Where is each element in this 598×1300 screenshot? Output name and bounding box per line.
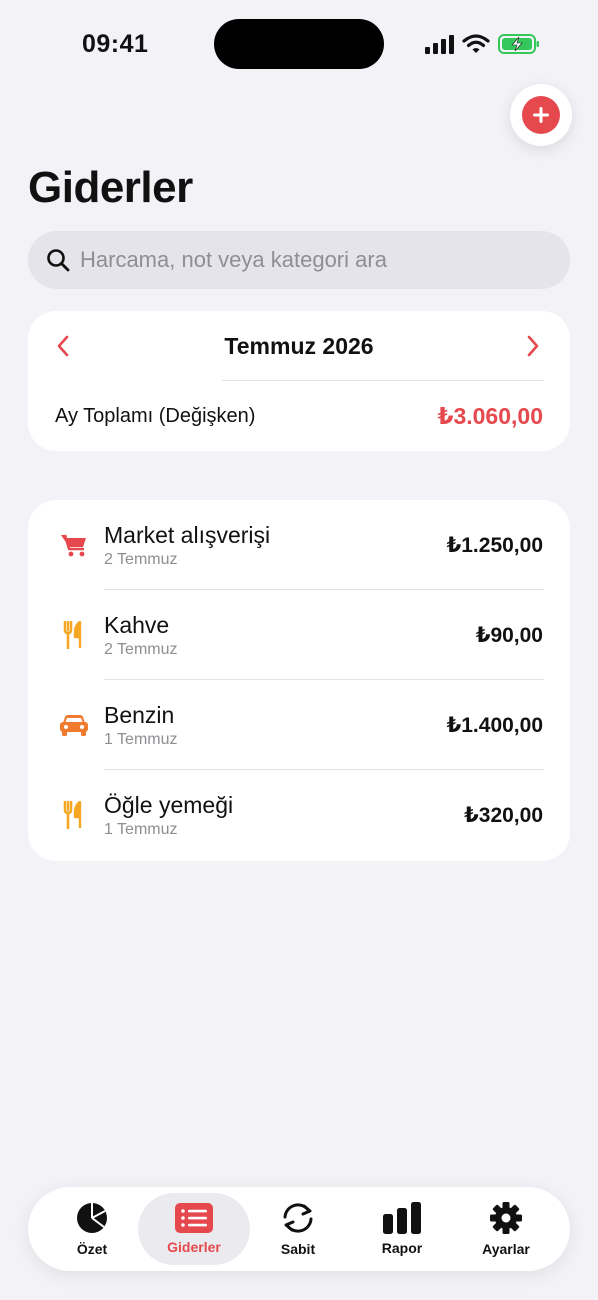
list-icon bbox=[175, 1203, 213, 1233]
expense-title: Kahve bbox=[104, 611, 170, 638]
gear-icon bbox=[490, 1202, 522, 1234]
search-icon bbox=[47, 249, 70, 272]
tab-label: Rapor bbox=[381, 1240, 423, 1256]
expense-date: 2 Temmuz bbox=[104, 640, 178, 658]
month-total-value: ₺3.060,00 bbox=[437, 402, 543, 429]
cart-icon bbox=[58, 529, 90, 561]
expense-title: Market alışverişi bbox=[104, 521, 271, 548]
tab-label: Giderler bbox=[167, 1239, 221, 1255]
search-input[interactable] bbox=[80, 247, 540, 273]
month-total-row: Ay Toplamı (Değişken) ₺3.060,00 bbox=[28, 381, 570, 451]
month-label: Temmuz 2026 bbox=[224, 332, 374, 359]
car-icon bbox=[58, 709, 90, 741]
month-navigator: Temmuz 2026 bbox=[28, 311, 570, 381]
chevron-right-icon bbox=[527, 335, 539, 357]
expense-date: 2 Temmuz bbox=[104, 550, 178, 568]
tab-ozet[interactable]: Özet bbox=[36, 1193, 148, 1265]
tab-giderler[interactable]: Giderler bbox=[138, 1193, 250, 1265]
tab-label: Sabit bbox=[280, 1241, 316, 1257]
wifi-icon bbox=[462, 34, 490, 53]
tab-ayarlar[interactable]: Ayarlar bbox=[450, 1193, 562, 1265]
month-total-label: Ay Toplamı (Değişken) bbox=[55, 404, 256, 427]
expense-amount: ₺320,00 bbox=[464, 803, 543, 827]
expense-amount: ₺1.400,00 bbox=[446, 713, 543, 737]
expense-date: 1 Temmuz bbox=[104, 730, 178, 748]
repeat-icon bbox=[283, 1203, 313, 1233]
bar-chart-icon bbox=[383, 1202, 421, 1234]
search-bar[interactable] bbox=[28, 231, 570, 289]
signal-icon bbox=[425, 35, 454, 54]
tab-label: Ayarlar bbox=[482, 1241, 530, 1257]
expense-amount: ₺1.250,00 bbox=[446, 533, 543, 557]
expense-date: 1 Temmuz bbox=[104, 820, 178, 838]
add-expense-button[interactable] bbox=[510, 84, 572, 146]
battery-charging-icon bbox=[498, 34, 539, 54]
tab-bar: Özet Giderler Sabit Rapor Ayarlar bbox=[28, 1187, 570, 1271]
chevron-left-icon bbox=[57, 335, 69, 357]
tab-sabit[interactable]: Sabit bbox=[242, 1193, 354, 1265]
expense-row-market[interactable]: Market alışverişi 2 Temmuz ₺1.250,00 bbox=[28, 500, 570, 590]
status-bar: 09:41 bbox=[0, 0, 598, 88]
expense-row-kahve[interactable]: Kahve 2 Temmuz ₺90,00 bbox=[28, 590, 570, 680]
pie-chart-icon bbox=[77, 1203, 107, 1233]
expense-title: Benzin bbox=[104, 701, 175, 728]
dynamic-island bbox=[214, 19, 384, 69]
tab-rapor[interactable]: Rapor bbox=[346, 1193, 458, 1265]
month-summary-card: Temmuz 2026 Ay Toplamı (Değişken) ₺3.060… bbox=[28, 311, 570, 451]
previous-month-button[interactable] bbox=[50, 333, 76, 359]
expense-list: Market alışverişi 2 Temmuz ₺1.250,00 Kah… bbox=[28, 500, 570, 861]
status-time: 09:41 bbox=[82, 30, 149, 58]
expense-row-ogle-yemegi[interactable]: Öğle yemeği 1 Temmuz ₺320,00 bbox=[28, 770, 570, 860]
tab-label: Özet bbox=[76, 1241, 108, 1257]
expense-row-benzin[interactable]: Benzin 1 Temmuz ₺1.400,00 bbox=[28, 680, 570, 770]
fork-knife-icon bbox=[58, 799, 90, 831]
expense-amount: ₺90,00 bbox=[475, 623, 543, 647]
page-title: Giderler bbox=[28, 163, 193, 212]
fork-knife-icon bbox=[58, 619, 90, 651]
expense-title: Öğle yemeği bbox=[104, 791, 234, 818]
plus-icon bbox=[522, 96, 560, 134]
status-icons bbox=[424, 33, 540, 55]
next-month-button[interactable] bbox=[520, 333, 546, 359]
